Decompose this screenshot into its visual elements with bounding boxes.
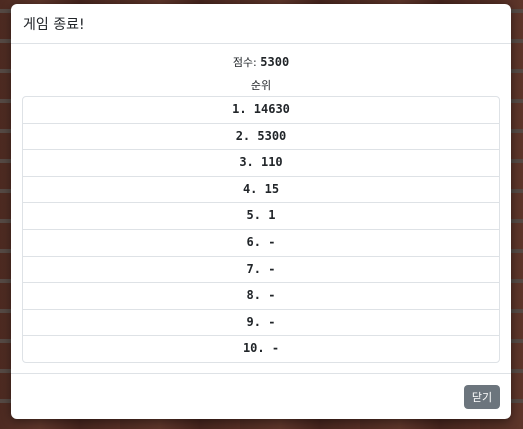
ranking-item: 10. - [242,341,280,356]
game-over-dialog: 게임 종료! 점수: 5300 순위 1. 14630 2. 5300 3. 1… [11,4,511,419]
dialog-footer: 닫기 [11,373,511,419]
ranking-item: 7. - [23,257,499,284]
score-line: 점수: 5300 [22,54,500,72]
dialog-body: 점수: 5300 순위 1. 14630 2. 5300 3. 110 4. 1… [11,54,511,363]
ranking-item: 4. 15 [23,177,499,204]
ranking-item: 6. - [23,230,499,257]
ranking-item: 2. 5300 [23,124,499,151]
score-label: 점수: [232,56,261,69]
ranking-item: 3. 110 [23,150,499,177]
ranking-item: 1. 14630 [23,97,499,124]
score-value: 5300 [260,55,290,69]
ranking-item: 9. - [23,310,499,337]
close-button[interactable]: 닫기 [464,385,500,409]
ranking-item: 5. 1 [23,203,499,230]
dialog-header: 게임 종료! [11,4,511,44]
ranking-heading: 순위 [250,79,272,92]
ranking-item: 8. - [23,283,499,310]
dialog-title: 게임 종료! [23,16,85,33]
ranking-list: 1. 14630 2. 5300 3. 110 4. 15 5. 1 6. - … [22,96,500,363]
